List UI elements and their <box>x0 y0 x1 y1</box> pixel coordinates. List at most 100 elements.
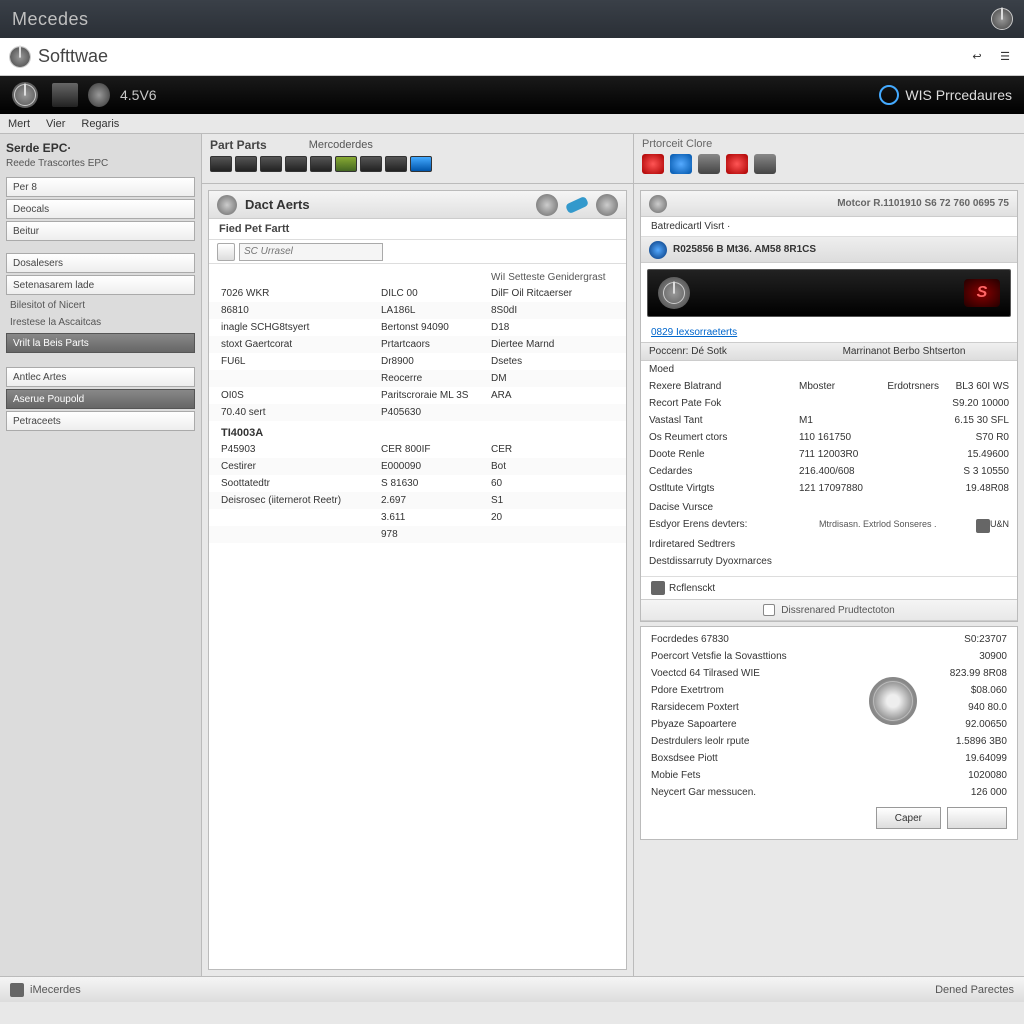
sub-label: Batredicartl Visrt · <box>641 217 1017 237</box>
tool-icon[interactable] <box>285 156 307 172</box>
link[interactable]: 0829 Iexsorraeterts <box>641 323 1017 342</box>
icon-toolbar <box>210 156 625 172</box>
table-row[interactable]: Mobie Fets1020080 <box>641 767 1017 784</box>
tool-icon[interactable] <box>235 156 257 172</box>
table-row[interactable]: inagle SCHG8tsyertBertonst 94090D18 <box>209 319 626 336</box>
table-row[interactable]: P45903CER 800IFCER <box>209 441 626 458</box>
wrench-icon[interactable] <box>565 195 589 213</box>
table-row[interactable]: 86810LA186L8S0dI <box>209 302 626 319</box>
table-row[interactable]: Voectcd 64 Tilrased WIE823.99 8R08 <box>641 665 1017 682</box>
table-row[interactable]: SoottatedtrS 8163060 <box>209 475 626 492</box>
parts-panel: Dact Aerts Fied Pet Fartt WiI Setteste G… <box>208 190 627 970</box>
table-row[interactable]: CestirerE000090Bot <box>209 458 626 475</box>
engine-icon[interactable] <box>88 83 110 107</box>
table-row[interactable]: Doote Renle711 12003R015.49600 <box>641 446 1017 463</box>
vehicle-icon[interactable] <box>52 83 78 107</box>
sync-icon[interactable]: ↩ <box>968 48 986 66</box>
caper-button[interactable]: Caper <box>876 807 941 829</box>
warning-icon[interactable] <box>726 154 748 174</box>
table-row[interactable]: Poercort Vetsfie la Sovasttions30900 <box>641 648 1017 665</box>
sidebar-item[interactable]: Beitur <box>6 221 195 241</box>
sidebar-item[interactable]: Petraceets <box>6 411 195 431</box>
sidebar-item[interactable]: Setenasarem lade <box>6 275 195 295</box>
sidebar-item[interactable]: Deocals <box>6 199 195 219</box>
filter-icon[interactable] <box>536 194 558 216</box>
disc-icon[interactable] <box>698 154 720 174</box>
tool-icon[interactable] <box>360 156 382 172</box>
table-row: Esdyor Erens devters:Mtrdisasn. Extrlod … <box>641 516 1017 536</box>
table-row[interactable]: Destrdulers leolr rpute1.5896 3B0 <box>641 733 1017 750</box>
tab-label[interactable]: Part Parts <box>210 138 267 152</box>
center-pane: Part Parts Mercoderdes Dact Aerts <box>202 134 634 976</box>
tool-icon[interactable] <box>410 156 432 172</box>
status-icon[interactable] <box>642 154 664 174</box>
tool-icon[interactable] <box>385 156 407 172</box>
subheader: Softtwae ↩ ☰ <box>0 38 1024 76</box>
sidebar-text: Bilesitot of Nicert <box>4 297 197 314</box>
table-row[interactable]: Os Reumert ctors110 161750S70 R0 <box>641 429 1017 446</box>
gear-icon[interactable] <box>596 194 618 216</box>
tool-icon[interactable] <box>260 156 282 172</box>
doc-icon[interactable] <box>754 154 776 174</box>
status-right[interactable]: Dened Parectes <box>935 984 1014 996</box>
right-pane: Prtorceit Clore Motcor R.1101910 S6 72 7… <box>634 134 1024 976</box>
vehicle-image-strip: S <box>647 269 1011 317</box>
sidebar-item[interactable]: Aserue Poupold <box>6 389 195 409</box>
menu-item[interactable]: Vier <box>46 118 65 130</box>
refresh-icon[interactable] <box>217 243 235 261</box>
sidebar-item[interactable]: Dosalesers <box>6 253 195 273</box>
table-row[interactable]: 3.61120 <box>209 509 626 526</box>
app-subtitle: Softtwae <box>38 46 108 67</box>
menubar: Mert Vier Regaris <box>0 114 1024 134</box>
menu-item[interactable]: Regaris <box>81 118 119 130</box>
checkbox[interactable] <box>763 604 775 616</box>
doc-icon <box>651 581 665 595</box>
table-row[interactable]: 7026 WKRDILC 00DilF Oil Ritcaerser <box>209 285 626 302</box>
sidebar-item[interactable]: Antlec Artes <box>6 367 195 387</box>
secondary-button[interactable] <box>947 807 1007 829</box>
table-row[interactable]: stoxt GaertcoratPrtartcaorsDiertee Marnd <box>209 336 626 353</box>
table-row[interactable]: Vastasl TantM16.15 30 SFL <box>641 412 1017 429</box>
table-row[interactable]: Boxsdsee Piott19.64099 <box>641 750 1017 767</box>
table-row[interactable]: Moed <box>641 361 1017 378</box>
table-row[interactable]: Neycert Gar messucen.126 000 <box>641 784 1017 801</box>
ref-label: Rcflensckt <box>669 583 715 594</box>
tool-icon[interactable] <box>335 156 357 172</box>
table-row[interactable]: OI0SParitscroraie ML 3SARA <box>209 387 626 404</box>
tab-label[interactable]: Mercoderdes <box>309 139 373 151</box>
tool-icon[interactable] <box>310 156 332 172</box>
wis-label[interactable]: WIS Prrcedaures <box>905 87 1012 103</box>
tool-icon[interactable] <box>210 156 232 172</box>
sidebar-item[interactable]: Per 8 <box>6 177 195 197</box>
car-icon <box>649 195 667 213</box>
table-row[interactable]: Focrdedes 67830S0:23707 <box>641 631 1017 648</box>
table-row[interactable]: Cedardes216.400/608S 3 10550 <box>641 463 1017 480</box>
procedures-panel: Focrdedes 67830S0:23707Poercort Vetsfie … <box>640 626 1018 840</box>
table-row[interactable]: 978 <box>209 526 626 543</box>
vehicle-panel: Motcor R.1101910 S6 72 760 0695 75 Batre… <box>640 190 1018 622</box>
table-row[interactable]: Pdore Exetrtrom$08.060 <box>641 682 1017 699</box>
table-row[interactable]: Ostltute Virtgts121 1709788019.48R08 <box>641 480 1017 497</box>
mercedes-star-icon <box>10 47 30 67</box>
table-row[interactable]: Rarsidecem Poxtert940 80.0 <box>641 699 1017 716</box>
checkbox-row[interactable]: Dissrenared Prudtectoton <box>641 599 1017 621</box>
table-row[interactable]: ReocerreDM <box>209 370 626 387</box>
mercedes-logo-icon <box>869 677 917 725</box>
table-header: Poccenr: Dé Sotk Marrinanot Berbo Shtser… <box>641 342 1017 361</box>
search-input[interactable] <box>239 243 383 261</box>
menu-icon[interactable]: ☰ <box>996 48 1014 66</box>
tool-icon[interactable] <box>670 154 692 174</box>
section-label: TI4003A <box>209 421 626 441</box>
table-row[interactable]: Recort Pate FokS9.20 10000 <box>641 395 1017 412</box>
mercedes-star-icon <box>992 9 1012 29</box>
table-row[interactable]: Pbyaze Sapoartere92.00650 <box>641 716 1017 733</box>
sidebar-item-selected[interactable]: Vrilt la Beis Parts <box>6 333 195 353</box>
table-row[interactable]: Deisrosec (iiternerot Reetr)2.697S1 <box>209 492 626 509</box>
mercedes-star-icon[interactable] <box>12 82 38 108</box>
sidebar-title: Serde EPC· <box>4 138 197 158</box>
table-row[interactable]: FU6LDr8900Dsetes <box>209 353 626 370</box>
table-row[interactable]: Rexere BlatrandMbosterErdotrsnersBL3 60I… <box>641 378 1017 395</box>
table-row[interactable]: 70.40 sertP405630 <box>209 404 626 421</box>
menu-item[interactable]: Mert <box>8 118 30 130</box>
service-icon <box>976 519 990 533</box>
